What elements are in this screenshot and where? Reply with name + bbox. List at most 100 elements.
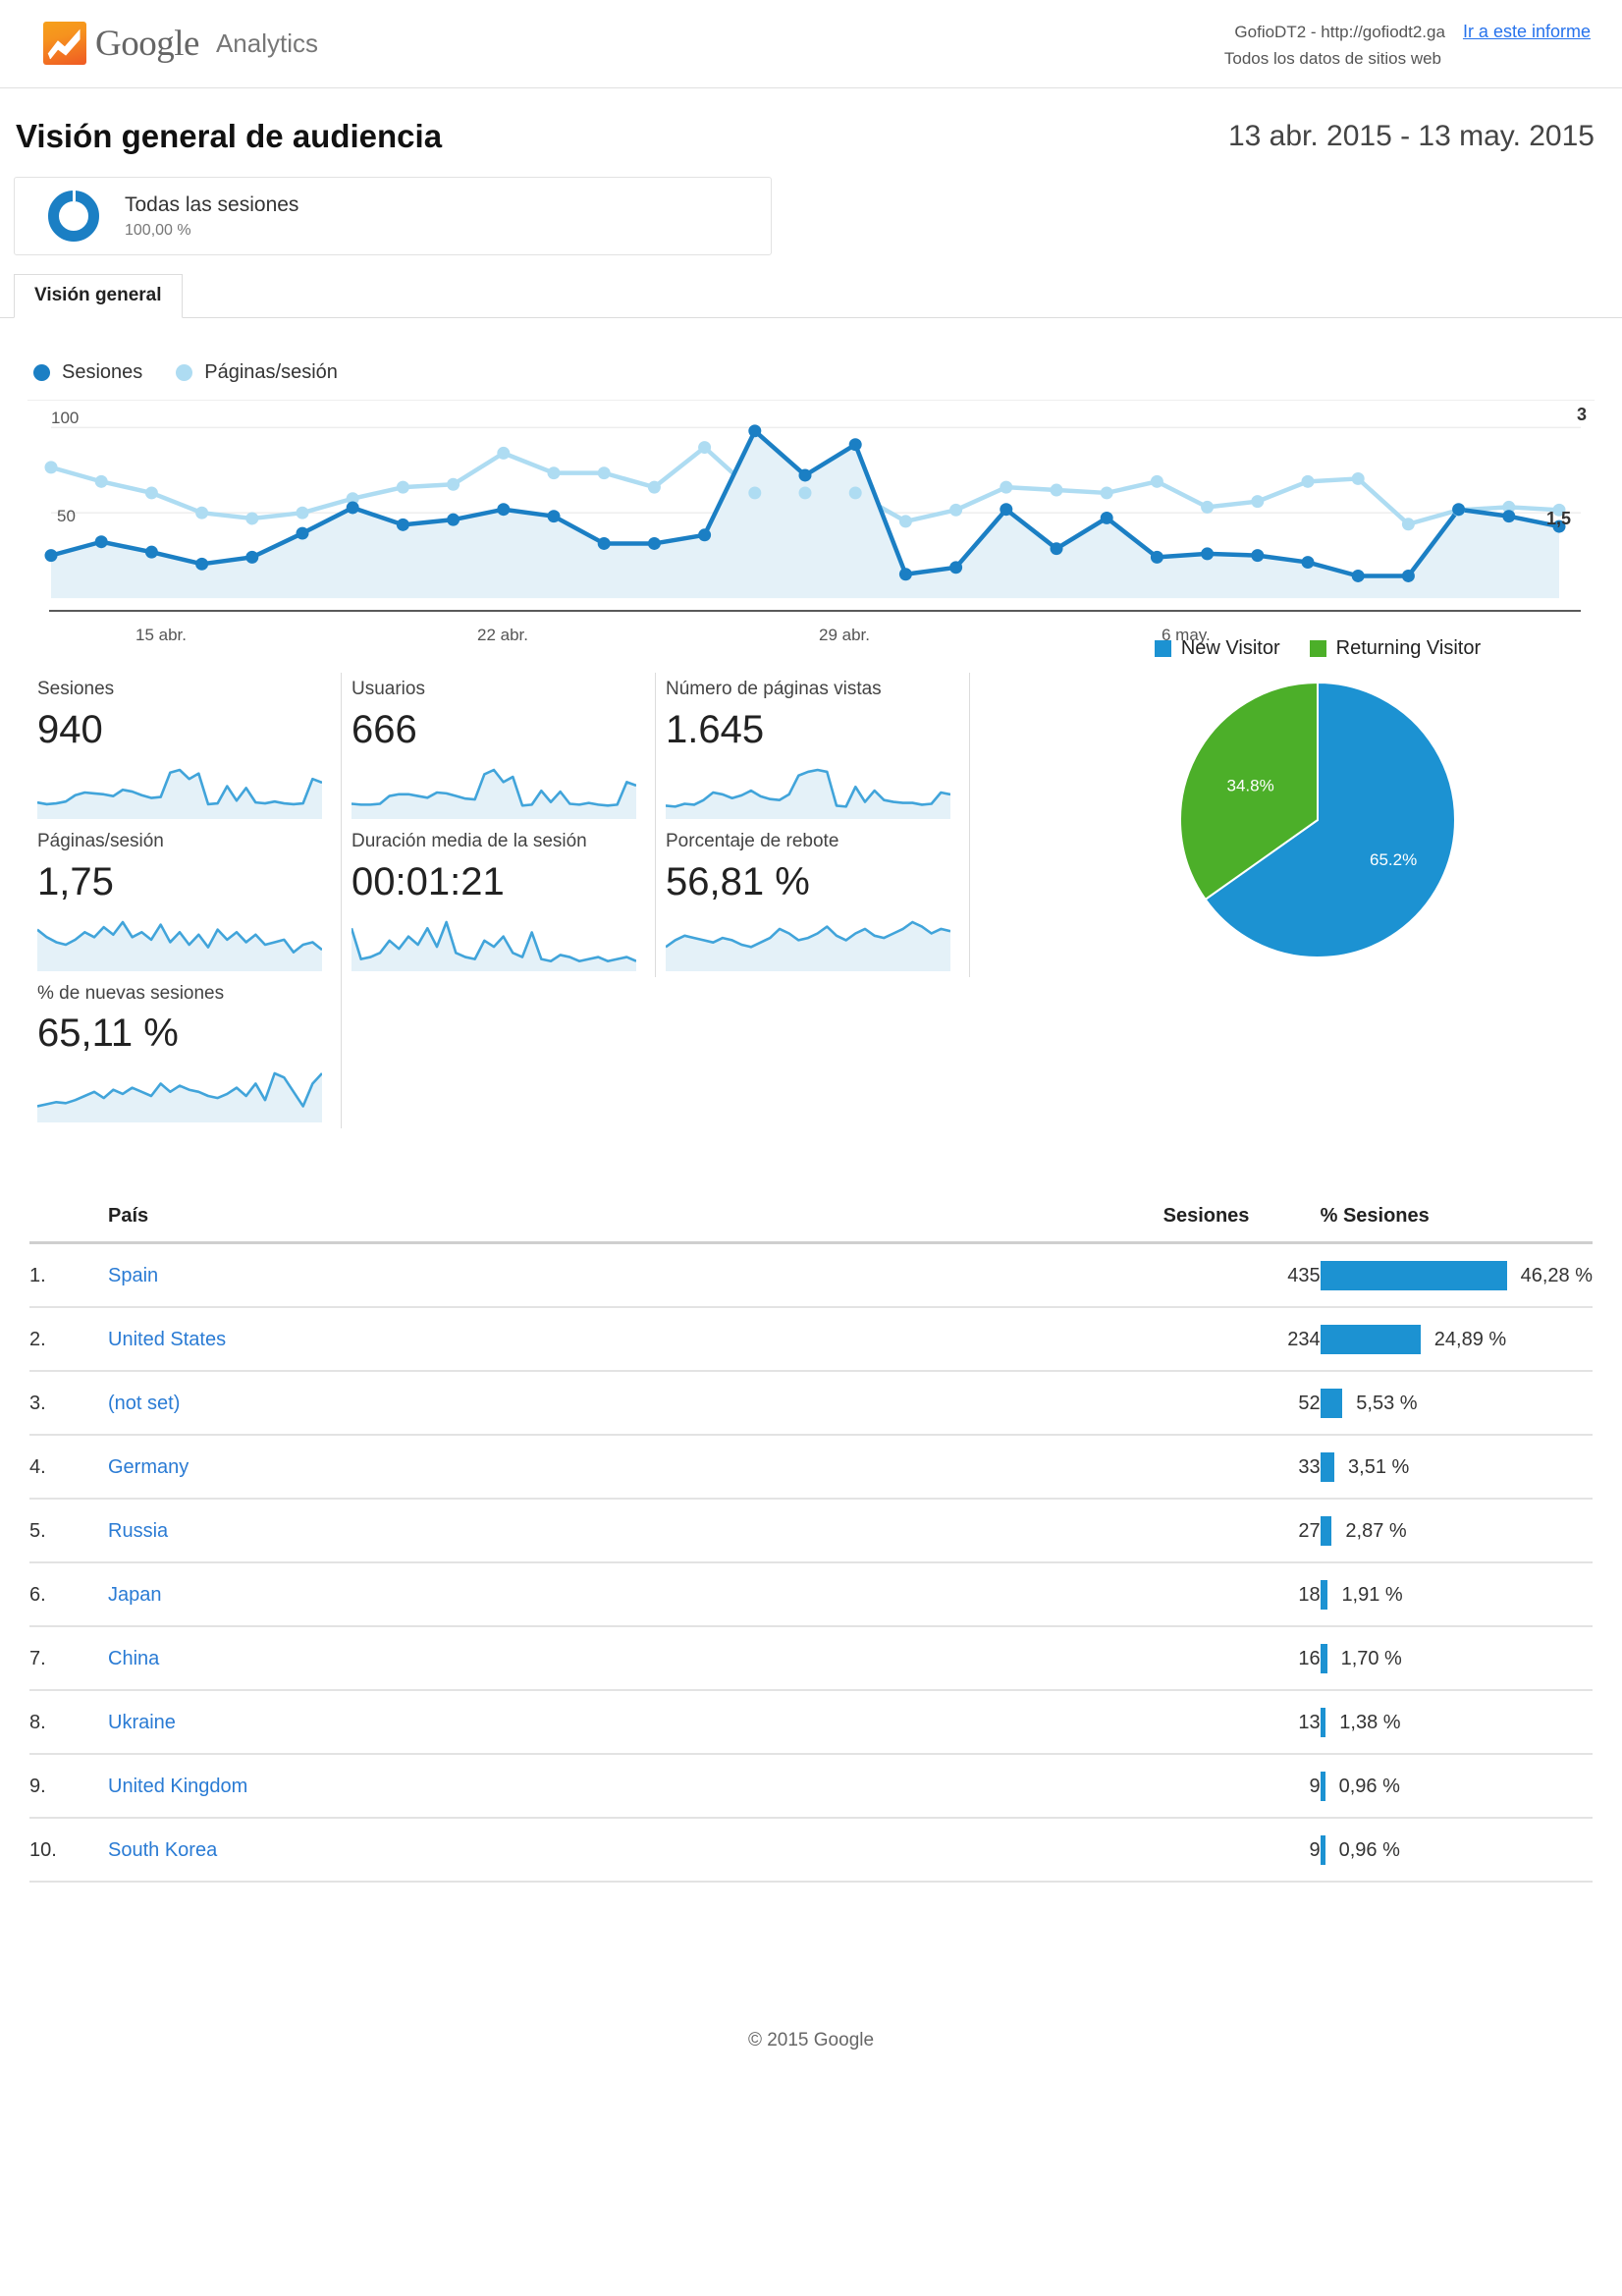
pie-legend: New Visitor Returning Visitor xyxy=(1043,637,1593,660)
google-analytics-logo: Google Analytics xyxy=(43,22,318,65)
y-axis-left-tick-100: 100 xyxy=(51,409,80,427)
sparkline-paginas-vistas xyxy=(666,768,950,819)
tab-bar: Visión general xyxy=(0,274,1622,318)
date-range-label[interactable]: 13 abr. 2015 - 13 may. 2015 xyxy=(1228,120,1595,153)
percent-bar xyxy=(1320,1772,1325,1802)
table-row[interactable]: 3. (not set) 52 5,53 % xyxy=(29,1371,1593,1437)
pie-legend-item-returning-visitor[interactable]: Returning Visitor xyxy=(1309,637,1481,660)
metric-label-porcentaje-rebote: Porcentaje de rebote xyxy=(666,830,839,851)
country-link-germany[interactable]: Germany xyxy=(108,1456,189,1478)
metric-card-paginas-sesion: Páginas/sesión 1,75 xyxy=(27,824,342,977)
country-link-ukraine[interactable]: Ukraine xyxy=(108,1712,176,1733)
metrics-row-2: Páginas/sesión 1,75 Duración media de la… xyxy=(27,824,970,977)
logo-analytics-text: Analytics xyxy=(215,28,318,58)
segment-text: Todas las sesiones 100,00 % xyxy=(125,192,298,239)
country-table: País Sesiones % Sesiones 1. Spain 435 46,28… xyxy=(29,1205,1593,1884)
x-tick-22-abr: 22 abr. xyxy=(477,626,528,644)
app-header: Google Analytics GofioDT2 - http://gofio… xyxy=(0,0,1622,88)
percent-bar xyxy=(1320,1325,1421,1355)
country-link-japan[interactable]: Japan xyxy=(108,1584,162,1606)
row-percent-label: 1,38 % xyxy=(1339,1711,1401,1733)
pie-legend-item-new-visitor[interactable]: New Visitor xyxy=(1154,637,1280,660)
pie-chart-svg[interactable]: 65.2% 34.8% xyxy=(1175,678,1460,962)
table-row[interactable]: 4. Germany 33 3,51 % xyxy=(29,1435,1593,1501)
country-link-china[interactable]: China xyxy=(108,1648,159,1669)
row-rank: 3. xyxy=(29,1371,108,1437)
legend-dot-paginas-sesion-icon xyxy=(176,364,193,381)
row-rank: 6. xyxy=(29,1562,108,1628)
row-percent-cell: 1,70 % xyxy=(1320,1626,1593,1692)
x-tick-29-abr: 29 abr. xyxy=(819,626,870,644)
row-sessions: 9 xyxy=(1162,1754,1321,1820)
chart-legend: Sesiones Páginas/sesión xyxy=(33,361,1595,384)
legend-item-sesiones[interactable]: Sesiones xyxy=(33,361,142,384)
legend-item-paginas-sesion[interactable]: Páginas/sesión xyxy=(176,361,338,384)
percent-bar xyxy=(1320,1452,1335,1483)
metric-value-paginas-sesion: 1,75 xyxy=(37,859,114,903)
column-header-sesiones[interactable]: Sesiones xyxy=(1162,1205,1321,1245)
row-country-cell: Spain xyxy=(108,1242,1163,1309)
country-link-not-set[interactable]: (not set) xyxy=(108,1393,180,1414)
country-link-russia[interactable]: Russia xyxy=(108,1520,168,1542)
row-percent-cell: 46,28 % xyxy=(1320,1242,1593,1309)
percent-bar xyxy=(1320,1835,1325,1866)
metric-label-sesiones: Sesiones xyxy=(37,679,115,699)
column-header-pais[interactable]: País xyxy=(108,1205,1163,1245)
row-country-cell: South Korea xyxy=(108,1818,1163,1884)
metric-value-nuevas-sesiones: 65,11 % xyxy=(37,1011,179,1056)
table-header-row: País Sesiones % Sesiones xyxy=(29,1205,1593,1245)
segment-name: Todas las sesiones xyxy=(125,193,299,217)
logo-google-text: Google xyxy=(95,23,199,64)
metrics-and-pie-area: New Visitor Returning Visitor 65.2% 34.8%… xyxy=(0,637,1622,1129)
segment-percent: 100,00 % xyxy=(125,221,191,239)
metric-value-duracion-media: 00:01:21 xyxy=(351,859,505,903)
row-percent-label: 24,89 % xyxy=(1433,1328,1507,1350)
column-header-rank xyxy=(29,1205,108,1245)
sparkline-usuarios xyxy=(351,768,636,819)
row-country-cell: Russia xyxy=(108,1499,1163,1564)
go-to-report-link[interactable]: Ir a este informe xyxy=(1463,22,1591,42)
metric-label-usuarios: Usuarios xyxy=(351,679,425,699)
country-link-south-korea[interactable]: South Korea xyxy=(108,1839,217,1861)
percent-bar xyxy=(1320,1644,1327,1674)
row-percent-label: 5,53 % xyxy=(1356,1392,1418,1414)
country-link-united-states[interactable]: United States xyxy=(108,1329,226,1350)
sparkline-nuevas-sesiones xyxy=(37,1072,322,1123)
tab-overview[interactable]: Visión general xyxy=(14,274,183,318)
svg-text:34.8%: 34.8% xyxy=(1227,777,1274,795)
metric-card-duracion-media: Duración media de la sesión 00:01:21 xyxy=(342,824,656,977)
metric-value-porcentaje-rebote: 56,81 % xyxy=(666,859,810,903)
chart-plot-area[interactable]: 100 50 3 1,5 xyxy=(27,400,1595,612)
metric-label-paginas-sesion: Páginas/sesión xyxy=(37,830,164,851)
table-row[interactable]: 5. Russia 27 2,87 % xyxy=(29,1499,1593,1564)
row-rank: 1. xyxy=(29,1242,108,1309)
row-sessions: 18 xyxy=(1162,1562,1321,1628)
country-table-body: 1. Spain 435 46,28 % 2. United States 234 24,89… xyxy=(29,1242,1593,1884)
main-timeseries-chart: Sesiones Páginas/sesión 100 50 3 1,5 15 … xyxy=(0,361,1622,651)
country-link-united-kingdom[interactable]: United Kingdom xyxy=(108,1776,247,1797)
table-row[interactable]: 7. China 16 1,70 % xyxy=(29,1626,1593,1692)
percent-bar xyxy=(1320,1708,1326,1738)
column-header-pct-sesiones[interactable]: % Sesiones xyxy=(1320,1205,1593,1245)
metrics-row-3: % de nuevas sesiones 65,11 % xyxy=(27,976,970,1129)
sparkline-porcentaje-rebote xyxy=(666,920,950,971)
metric-card-porcentaje-rebote: Porcentaje de rebote 56,81 % xyxy=(656,824,970,977)
pie-chart-wrap: 65.2% 34.8% xyxy=(1043,678,1593,962)
table-row[interactable]: 1. Spain 435 46,28 % xyxy=(29,1242,1593,1309)
table-row[interactable]: 2. United States 234 24,89 % xyxy=(29,1307,1593,1373)
table-row[interactable]: 8. Ukraine 13 1,38 % xyxy=(29,1690,1593,1756)
y-axis-right-tick-3: 3 xyxy=(1576,405,1587,424)
metric-value-paginas-vistas: 1.645 xyxy=(666,707,765,751)
row-sessions: 52 xyxy=(1162,1371,1321,1437)
row-percent-cell: 3,51 % xyxy=(1320,1435,1593,1501)
segment-chip-all-sessions[interactable]: Todas las sesiones 100,00 % xyxy=(14,177,772,255)
legend-dot-sesiones-icon xyxy=(33,364,50,381)
row-percent-label: 1,70 % xyxy=(1340,1647,1402,1669)
property-name: GofioDT2 - http://gofiodt2.ga xyxy=(1234,23,1445,41)
country-link-spain[interactable]: Spain xyxy=(108,1265,158,1286)
table-row[interactable]: 9. United Kingdom 9 0,96 % xyxy=(29,1754,1593,1820)
row-percent-cell: 0,96 % xyxy=(1320,1818,1593,1884)
table-row[interactable]: 10. South Korea 9 0,96 % xyxy=(29,1818,1593,1884)
table-row[interactable]: 6. Japan 18 1,91 % xyxy=(29,1562,1593,1628)
row-percent-label: 2,87 % xyxy=(1345,1519,1407,1542)
